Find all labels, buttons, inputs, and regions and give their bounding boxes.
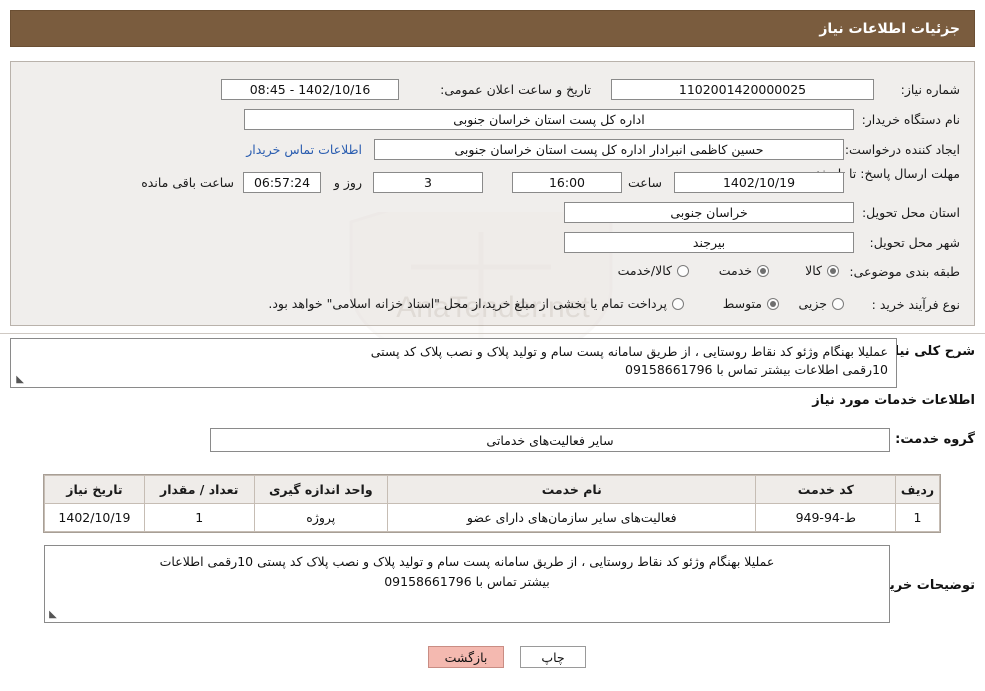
need-description-line-1: عملیلا بهنگام وژئو کد نقاط روستایی ، از …: [370, 344, 888, 359]
services-table: ردیف کد خدمت نام خدمت واحد اندازه گیری ت…: [43, 474, 941, 533]
city-label: شهر محل تحویل:: [869, 235, 960, 250]
buyer-contact-link[interactable]: اطلاعات تماس خریدار: [246, 142, 362, 157]
need-info-panel: AnaTender.net شماره نیاز: 11020014200000…: [10, 61, 975, 379]
creator-label: ایجاد کننده درخواست:: [844, 142, 960, 157]
resize-grip-icon[interactable]: ◣: [14, 375, 24, 385]
th-code: کد خدمت: [755, 475, 897, 504]
radio-icon[interactable]: [827, 264, 839, 277]
category-option-label: خدمت: [718, 263, 752, 278]
payment-note-row[interactable]: پرداخت تمام یا بخشی از مبلغ خرید،از محل …: [268, 296, 684, 311]
cell-unit: پروژه: [253, 503, 389, 532]
category-option-kala[interactable]: کالا: [805, 263, 839, 278]
buyer-notes-line-1: عملیلا بهنگام وژئو کد نقاط روستایی ، از …: [159, 554, 775, 569]
th-quantity: تعداد / مقدار: [143, 475, 255, 504]
remaining-days-label: روز و: [333, 175, 362, 190]
need-description-section: شرح کلی نیاز: عملیلا بهنگام وژئو کد نقاط…: [10, 338, 975, 390]
buyer-notes-line-2: بیشتر تماس با 09158661796: [384, 574, 550, 589]
th-name: نام خدمت: [387, 475, 757, 504]
service-group-label: گروه خدمت:: [895, 432, 975, 447]
section-divider: [0, 333, 985, 334]
service-group-text: سایر فعالیت‌های خدماتی: [486, 432, 614, 448]
category-option-khedmat[interactable]: خدمت: [719, 263, 769, 278]
page-root: جزئیات اطلاعات نیاز AnaTender.net شماره …: [0, 0, 985, 691]
page-header: جزئیات اطلاعات نیاز: [10, 10, 975, 47]
need-number-label: شماره نیاز:: [900, 82, 960, 97]
radio-icon[interactable]: [677, 264, 689, 277]
payment-note-text: پرداخت تمام یا بخشی از مبلغ خرید،از محل …: [268, 296, 667, 311]
need-number-value: 1102001420000025: [611, 79, 874, 100]
radio-icon[interactable]: [757, 264, 769, 277]
cell-date: 1402/10/19: [44, 503, 145, 532]
buyer-org-value: اداره کل پست استان خراسان جنوبی: [244, 109, 854, 130]
th-radif: ردیف: [895, 475, 940, 504]
category-label: طبقه بندی موضوعی:: [849, 264, 960, 279]
cell-radif: 1: [895, 503, 940, 532]
radio-icon[interactable]: [767, 297, 779, 310]
public-announce-label: تاریخ و ساعت اعلان عمومی:: [440, 82, 591, 97]
radio-icon[interactable]: [832, 297, 844, 310]
process-option-jozi[interactable]: جزیی: [798, 296, 844, 311]
cell-code: ط-94-949: [755, 503, 897, 532]
process-label: نوع فرآیند خرید :: [871, 297, 960, 312]
deadline-time-value: 16:00: [512, 172, 622, 193]
province-value: خراسان جنوبی: [564, 202, 854, 223]
need-description-text: عملیلا بهنگام وژئو کد نقاط روستایی ، از …: [10, 338, 897, 388]
back-button[interactable]: بازگشت: [428, 646, 504, 668]
deadline-time-label: ساعت: [627, 175, 662, 190]
process-option-label: جزیی: [798, 296, 827, 311]
countdown-value: 06:57:24: [243, 172, 321, 193]
category-option-label: کالا/خدمت: [617, 263, 672, 278]
page-title: جزئیات اطلاعات نیاز: [819, 20, 960, 37]
buyer-org-label: نام دستگاه خریدار:: [861, 112, 960, 127]
table-header-row: ردیف کد خدمت نام خدمت واحد اندازه گیری ت…: [44, 475, 940, 504]
deadline-date-value: 1402/10/19: [674, 172, 844, 193]
need-description-line-2: 10رقمی اطلاعات بیشتر تماس با 09158661796: [625, 362, 888, 377]
public-announce-value: 1402/10/16 - 08:45: [221, 79, 399, 100]
countdown-label: ساعت باقی مانده: [141, 175, 234, 190]
print-button[interactable]: چاپ: [520, 646, 586, 668]
cell-name: فعالیت‌های سایر سازمان‌های دارای عضو: [387, 503, 757, 532]
remaining-days-value: 3: [373, 172, 483, 193]
th-unit: واحد اندازه گیری: [253, 475, 389, 504]
buyer-notes-text: عملیلا بهنگام وژئو کد نقاط روستایی ، از …: [44, 545, 890, 623]
process-option-label: متوسط: [722, 296, 762, 311]
process-option-motevaset[interactable]: متوسط: [723, 296, 779, 311]
services-section-title: اطلاعات خدمات مورد نیاز: [812, 393, 975, 408]
category-option-label: کالا: [805, 263, 822, 278]
checkbox-icon[interactable]: [672, 297, 684, 310]
th-date: تاریخ نیاز: [44, 475, 145, 504]
city-value: بیرجند: [564, 232, 854, 253]
creator-value: حسین کاظمی انبرادار اداره کل پست استان خ…: [374, 139, 844, 160]
service-group-value: سایر فعالیت‌های خدماتی: [210, 428, 890, 452]
province-label: استان محل تحویل:: [861, 205, 960, 220]
resize-grip-icon[interactable]: ◣: [48, 610, 58, 620]
table-row: 1 ط-94-949 فعالیت‌های سایر سازمان‌های دا…: [44, 503, 940, 532]
category-option-kala-khedmat[interactable]: کالا/خدمت: [618, 263, 689, 278]
cell-quantity: 1: [143, 503, 255, 532]
